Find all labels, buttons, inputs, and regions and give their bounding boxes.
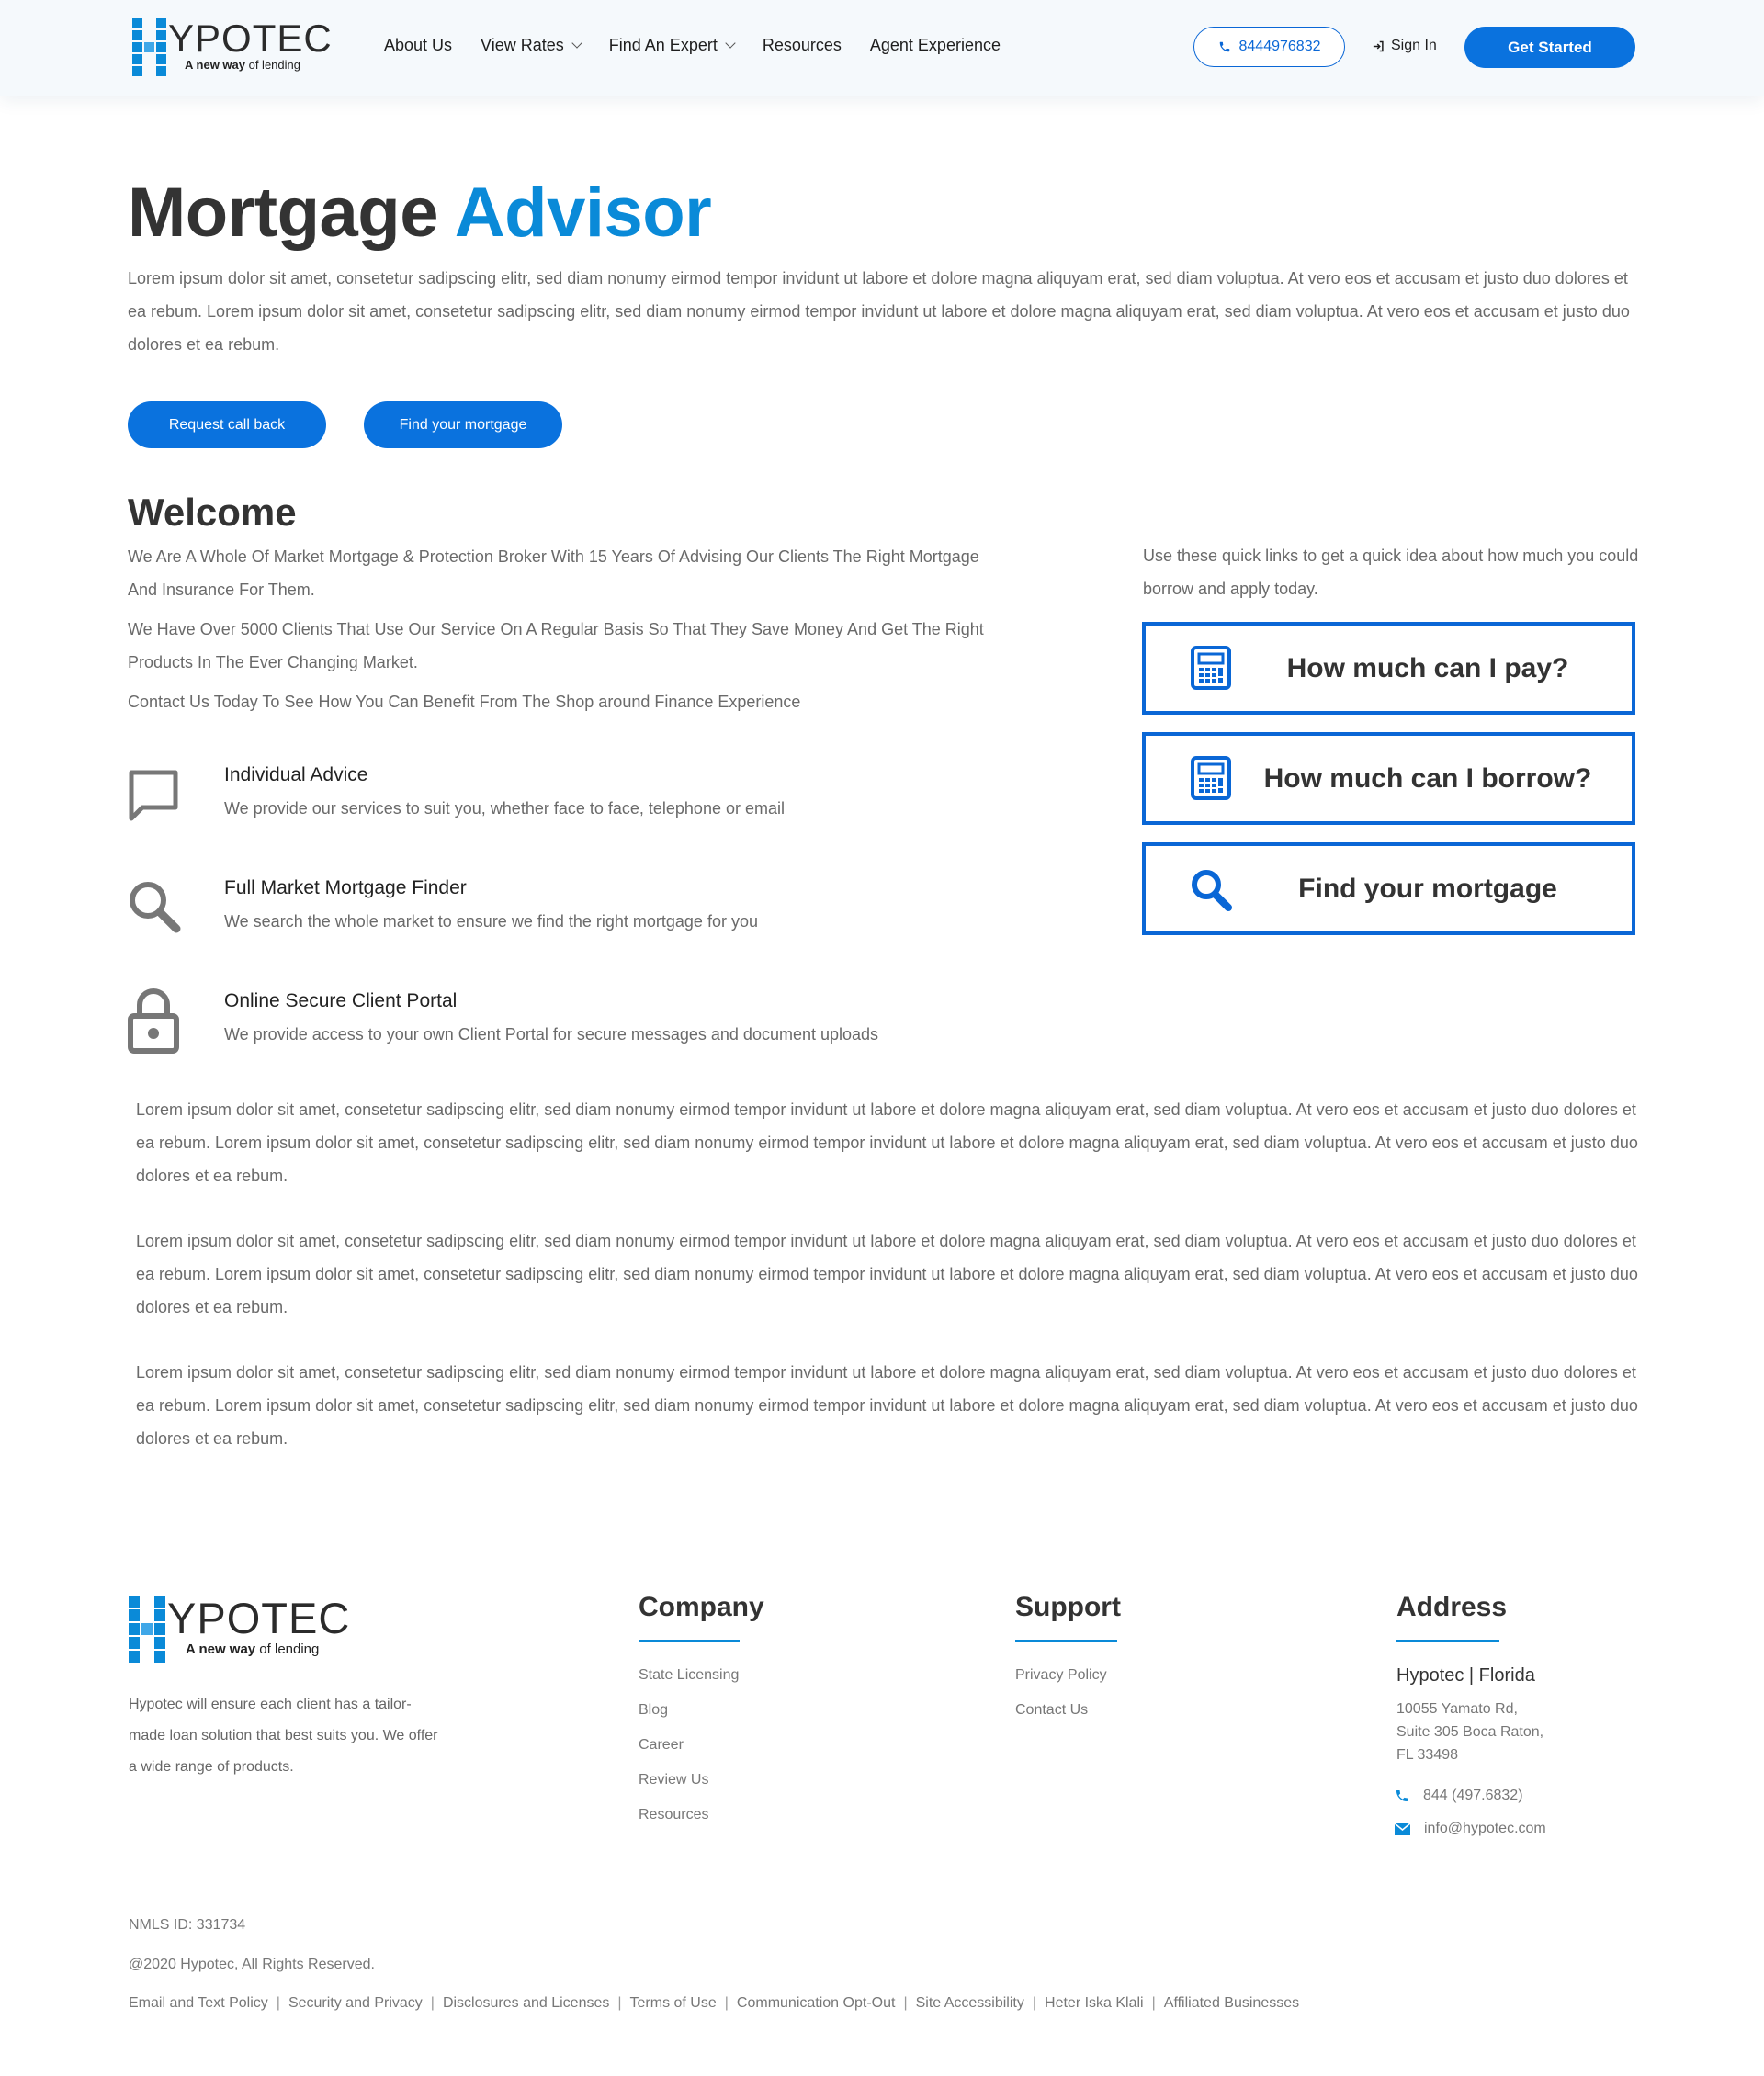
feature-full-market-mortgage-finder: Full Market Mortgage Finder We search th… <box>128 877 955 942</box>
footer-address-title: Address <box>1396 1592 1508 1622</box>
phone-icon <box>1396 1790 1408 1801</box>
phone-icon <box>1219 41 1229 52</box>
logo-mark <box>132 18 166 76</box>
find-your-mortgage-button[interactable]: Find your mortgage <box>364 401 562 448</box>
feature-individual-advice: Individual Advice We provide our service… <box>128 764 955 829</box>
logo-mark <box>129 1596 165 1663</box>
welcome-heading: Welcome <box>128 491 297 534</box>
footer-link-resources[interactable]: Resources <box>639 1807 708 1823</box>
legal-link-terms-of-use[interactable]: Terms of Use <box>630 1995 717 2012</box>
chevron-down-icon <box>725 38 736 49</box>
footer-link-career[interactable]: Career <box>639 1737 684 1754</box>
footer-support-rule <box>1015 1640 1117 1642</box>
feature-online-secure-client-portal: Online Secure Client Portal We provide a… <box>128 988 955 1055</box>
site-header: YPOTEC A new way of lending About Us Vie… <box>0 0 1764 96</box>
find-your-mortgage-link[interactable]: Find your mortgage <box>1142 842 1635 935</box>
footer-link-blog[interactable]: Blog <box>639 1702 668 1719</box>
envelope-icon <box>1395 1822 1410 1835</box>
quick-links-intro: Use these quick links to get a quick ide… <box>1143 547 1639 598</box>
footer-description: Hypotec will ensure each client has a ta… <box>129 1697 438 1775</box>
how-much-can-i-pay-link[interactable]: How much can I pay? <box>1142 622 1635 715</box>
footer-support-title: Support <box>1015 1592 1121 1622</box>
nav-agent-experience[interactable]: Agent Experience <box>870 36 1001 55</box>
nav-view-rates[interactable]: View Rates <box>481 36 582 55</box>
phone-button[interactable]: 8444976832 <box>1193 27 1345 67</box>
footer-logo[interactable]: YPOTEC A new way of lending <box>129 1596 350 1663</box>
sign-in-link[interactable]: Sign In <box>1372 38 1437 54</box>
how-much-can-i-borrow-link[interactable]: How much can I borrow? <box>1142 732 1635 825</box>
legal-link-disclosures-licenses[interactable]: Disclosures and Licenses <box>443 1995 609 2012</box>
logo-wordmark: YPOTEC <box>167 1594 351 1642</box>
legal-link-security-privacy[interactable]: Security and Privacy <box>288 1995 423 2012</box>
copyright: @2020 Hypotec, All Rights Reserved. <box>129 1957 375 1972</box>
welcome-text: We Are A Whole Of Market Mortgage & Prot… <box>128 540 991 725</box>
chevron-down-icon <box>571 38 582 49</box>
sign-in-icon <box>1373 40 1384 51</box>
footer-company-rule <box>639 1640 740 1642</box>
nav-find-an-expert[interactable]: Find An Expert <box>609 36 736 55</box>
request-call-back-button[interactable]: Request call back <box>128 401 326 448</box>
body-paragraph: Lorem ipsum dolor sit amet, consetetur s… <box>136 1363 1638 1448</box>
address-email[interactable]: info@hypotec.com <box>1395 1821 1546 1837</box>
legal-link-heter-iska-klali[interactable]: Heter Iska Klali <box>1045 1995 1144 2012</box>
footer-address-rule <box>1396 1640 1499 1642</box>
welcome-paragraph: Contact Us Today To See How You Can Bene… <box>128 693 801 711</box>
body-paragraph: Lorem ipsum dolor sit amet, consetetur s… <box>136 1100 1638 1185</box>
logo-tagline: A new way of lending <box>186 1642 320 1657</box>
address-lines: 10055 Yamato Rd, Suite 305 Boca Raton, F… <box>1396 1701 1544 1763</box>
footer-link-contact-us[interactable]: Contact Us <box>1015 1702 1088 1719</box>
legal-link-affiliated-businesses[interactable]: Affiliated Businesses <box>1164 1995 1299 2012</box>
brand-logo[interactable]: YPOTEC A new way of lending <box>132 18 333 76</box>
nav-resources[interactable]: Resources <box>763 36 842 55</box>
page-title: Mortgage Advisor <box>128 174 712 252</box>
logo-tagline: A new way of lending <box>185 58 300 72</box>
calculator-icon <box>1191 646 1231 690</box>
legal-link-site-accessibility[interactable]: Site Accessibility <box>916 1995 1024 2012</box>
chat-bubble-icon <box>129 770 178 821</box>
legal-link-communication-opt-out[interactable]: Communication Opt-Out <box>737 1995 896 2012</box>
phone-number: 8444976832 <box>1238 39 1321 54</box>
footer-link-review-us[interactable]: Review Us <box>639 1772 708 1788</box>
address-phone[interactable]: 844 (497.6832) <box>1395 1788 1523 1804</box>
search-icon <box>1192 870 1232 911</box>
nav-about-us[interactable]: About Us <box>384 36 452 55</box>
welcome-paragraph: We Have Over 5000 Clients That Use Our S… <box>128 620 984 671</box>
lock-icon <box>128 988 179 1054</box>
calculator-icon <box>1191 756 1231 800</box>
get-started-button[interactable]: Get Started <box>1464 27 1635 68</box>
legal-link-email-text-policy[interactable]: Email and Text Policy <box>129 1995 268 2012</box>
logo-wordmark: YPOTEC <box>168 17 333 60</box>
footer-link-privacy-policy[interactable]: Privacy Policy <box>1015 1667 1107 1684</box>
welcome-paragraph: We Are A Whole Of Market Mortgage & Prot… <box>128 547 979 599</box>
main-nav: About Us View Rates Find An Expert Resou… <box>384 36 1029 55</box>
footer-link-state-licensing[interactable]: State Licensing <box>639 1667 739 1684</box>
search-icon <box>130 882 181 933</box>
legal-links: Email and Text Policy | Security and Priv… <box>129 1995 1300 2012</box>
body-paragraph: Lorem ipsum dolor sit amet, consetetur s… <box>136 1232 1638 1316</box>
hero-text: Lorem ipsum dolor sit amet, consetetur s… <box>128 269 1630 354</box>
nmls-id: NMLS ID: 331734 <box>129 1917 246 1933</box>
address-name: Hypotec | Florida <box>1396 1665 1535 1686</box>
footer-company-title: Company <box>639 1592 764 1622</box>
